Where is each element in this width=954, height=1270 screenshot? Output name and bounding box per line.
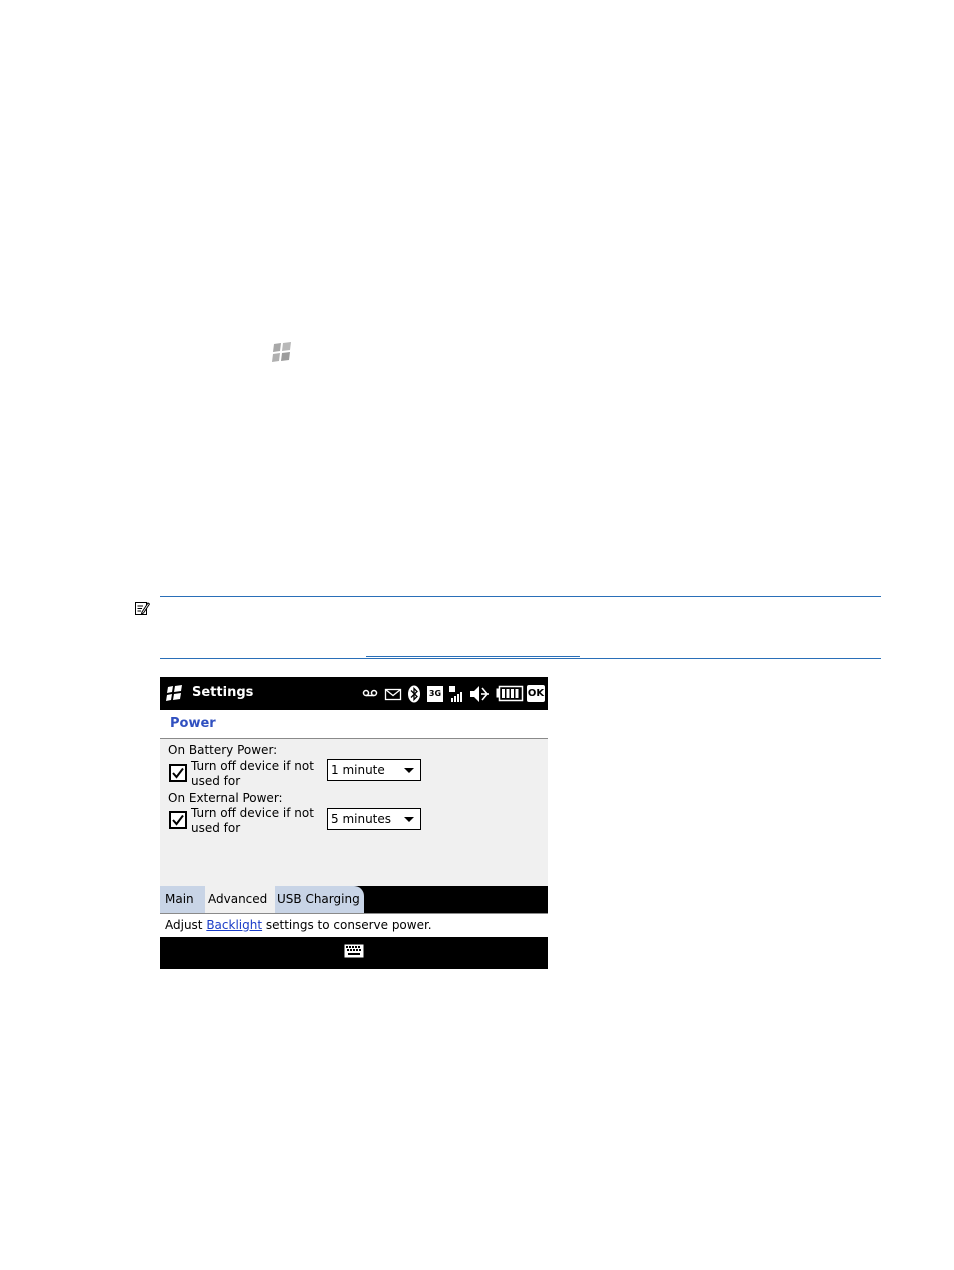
tab-advanced-label: Advanced bbox=[208, 892, 268, 906]
windows-start-icon[interactable] bbox=[165, 685, 184, 702]
windows-flag-icon bbox=[272, 342, 291, 362]
battery-turnoff-checkbox[interactable] bbox=[169, 764, 187, 782]
settings-content: Power On Battery Power: Turn off device … bbox=[160, 710, 548, 886]
note-top-rule bbox=[160, 596, 881, 597]
tab-advanced[interactable]: Advanced bbox=[205, 886, 275, 913]
hint-text-after: settings to conserve power. bbox=[262, 918, 432, 932]
tab-strip: Main USB Charging Advanced bbox=[160, 886, 548, 913]
battery-timeout-dropdown[interactable]: 1 minute bbox=[327, 759, 421, 781]
chevron-down-icon bbox=[404, 768, 414, 773]
battery-power-label: On Battery Power: bbox=[168, 743, 278, 757]
battery-timeout-value: 1 minute bbox=[331, 763, 385, 777]
note-bottom-rule bbox=[160, 658, 881, 659]
tab-main[interactable]: Main bbox=[160, 886, 206, 913]
voicemail-icon bbox=[362, 689, 378, 697]
external-power-label: On External Power: bbox=[168, 791, 283, 805]
note-link-underline bbox=[366, 656, 580, 657]
3g-icon: 3G bbox=[427, 686, 443, 702]
ok-button[interactable]: OK bbox=[527, 685, 545, 702]
keyboard-icon[interactable] bbox=[344, 944, 364, 958]
battery-checkbox-label-line1: Turn off device if not bbox=[191, 759, 314, 773]
external-checkbox-label-line2: used for bbox=[191, 821, 241, 835]
email-icon bbox=[384, 688, 402, 701]
page-title: Power bbox=[170, 716, 216, 731]
signal-icon bbox=[449, 686, 462, 702]
note-icon bbox=[135, 602, 150, 615]
title-bar: Settings 3G OK bbox=[160, 677, 548, 710]
tab-usb-charging-label: USB Charging bbox=[277, 892, 360, 906]
volume-muted-icon bbox=[470, 686, 489, 702]
device-screen: Settings 3G OK Power On Battery Power: T… bbox=[160, 677, 548, 969]
external-timeout-value: 5 minutes bbox=[331, 812, 392, 826]
backlight-link[interactable]: Backlight bbox=[206, 918, 262, 932]
external-turnoff-checkbox[interactable] bbox=[169, 811, 187, 829]
bluetooth-icon bbox=[408, 685, 420, 703]
page-header: Power bbox=[160, 710, 548, 739]
soft-key-bar bbox=[160, 937, 548, 969]
checkmark-icon bbox=[172, 814, 184, 826]
tab-main-label: Main bbox=[165, 892, 194, 906]
window-title: Settings bbox=[192, 685, 254, 700]
hint-text-before: Adjust bbox=[165, 918, 207, 932]
battery-checkbox-label-line2: used for bbox=[191, 774, 241, 788]
checkmark-icon bbox=[172, 767, 184, 779]
battery-icon bbox=[496, 685, 524, 702]
tab-usb-charging[interactable]: USB Charging bbox=[272, 886, 364, 913]
chevron-down-icon bbox=[404, 817, 414, 822]
hint-bar: Adjust Backlight settings to conserve po… bbox=[160, 913, 548, 937]
hint-text: Adjust Backlight settings to conserve po… bbox=[165, 918, 432, 932]
external-checkbox-label-line1: Turn off device if not bbox=[191, 806, 314, 820]
external-timeout-dropdown[interactable]: 5 minutes bbox=[327, 808, 421, 830]
